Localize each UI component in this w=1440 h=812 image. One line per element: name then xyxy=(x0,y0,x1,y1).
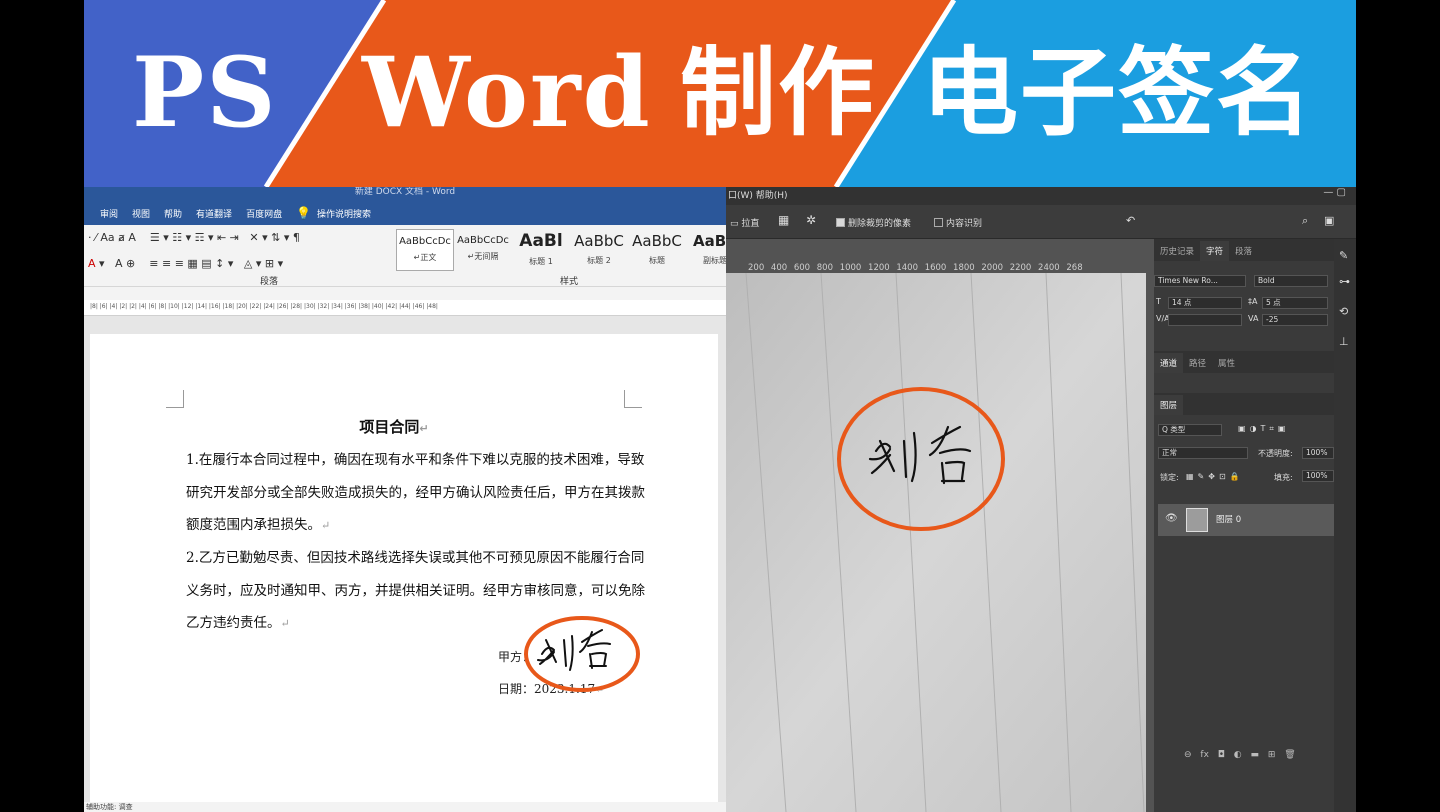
banner-make: 制作 xyxy=(680,37,876,149)
ribbon: · ⁄ Aa ⱥ A ☰ ▾ ☷ ▾ ☶ ▾ ⇤ ⇥ ✕ ▾ ⇅ ▾ ¶ A ▾… xyxy=(84,225,726,287)
tab-character[interactable]: 字符 xyxy=(1200,241,1230,261)
history-icon[interactable]: ⟲ xyxy=(1339,305,1348,318)
layer-bottom-icons[interactable]: ⊖ fx ◘ ◐ ▬ ⊞ 🗑 xyxy=(1184,750,1296,760)
font-style-select[interactable]: Bold xyxy=(1254,275,1328,287)
content-aware-checkbox[interactable]: 内容识别 xyxy=(934,216,982,229)
straighten-button[interactable]: ▭ 拉直 xyxy=(730,216,759,229)
adjust-icon[interactable]: ⊶ xyxy=(1339,275,1350,288)
ps-canvas[interactable] xyxy=(726,273,1146,812)
panel-gap xyxy=(1146,273,1154,812)
status-bar: 辅助功能: 调查 xyxy=(84,802,726,812)
letterbox-right xyxy=(1356,0,1440,812)
banner-word: Word xyxy=(362,36,652,149)
document-page[interactable]: 项目合同↵ 1.在履行本合同过程中，确因在现有水平和条件下难以克服的技术困难，导… xyxy=(90,334,718,810)
word-window: 新建 DOCX 文档 - Word 审阅 视图 帮助 有道翻译 百度网盘 💡 操… xyxy=(84,187,726,812)
format-tools-row[interactable]: A ▾ A ⊕ ≡ ≡ ≡ ▦ ▤ ↕ ▾ ◬ ▾ ⊞ ▾ xyxy=(88,257,283,270)
fill-field[interactable]: 100% xyxy=(1302,470,1334,482)
leading-icon: ‡A xyxy=(1248,297,1258,306)
channel-panel-tabs: 通道 路径 属性 xyxy=(1154,351,1334,373)
tab-properties[interactable]: 属性 xyxy=(1212,353,1241,373)
filter-icons[interactable]: ▣◑T⌗▣ xyxy=(1238,424,1290,434)
fill-label: 填充: xyxy=(1274,473,1293,482)
style-subtitle[interactable]: AaBb 副标题 xyxy=(686,229,726,271)
brush-icon[interactable]: ✎ xyxy=(1339,249,1348,262)
layer-thumbnail xyxy=(1186,508,1208,532)
ps-menu-bar[interactable]: 口(W) 帮助(H) xyxy=(726,187,1356,205)
search-icon[interactable]: ⌕ xyxy=(1302,214,1308,228)
opacity-field[interactable]: 100% xyxy=(1302,447,1334,459)
word-menu-bar: 审阅 视图 帮助 有道翻译 百度网盘 💡 操作说明搜索 xyxy=(84,201,726,225)
blend-mode-select[interactable]: 正常 xyxy=(1158,447,1248,459)
character-panel-tabs: 历史记录 字符 段落 xyxy=(1154,239,1356,261)
lock-icons[interactable]: ▦✎✥⊡🔒 xyxy=(1186,472,1244,481)
style-heading2[interactable]: AaBbC 标题 2 xyxy=(570,229,628,271)
window-controls[interactable]: — ▢ xyxy=(1323,187,1346,198)
reset-icon[interactable]: ↶ xyxy=(1126,214,1135,227)
lightbulb-icon: 💡 xyxy=(296,206,312,220)
font-size-field[interactable]: 14 点 xyxy=(1168,297,1242,309)
tab-history[interactable]: 历史记录 xyxy=(1154,241,1200,261)
banner-ps: PS xyxy=(132,36,278,149)
layer-filter[interactable]: Q 类型 xyxy=(1158,424,1222,436)
delete-cropped-checkbox[interactable]: 删除裁剪的像素 xyxy=(836,216,911,229)
tab-paths[interactable]: 路径 xyxy=(1183,353,1212,373)
style-heading1[interactable]: AaBl 标题 1 xyxy=(512,229,570,271)
layer-row[interactable]: 👁 图层 0 xyxy=(1158,504,1338,536)
font-family-select[interactable]: Times New Ro... xyxy=(1154,275,1246,287)
opacity-label: 不透明度: xyxy=(1258,449,1293,458)
video-frame: PS Word 制作 电子签名 新建 DOCX 文档 - Word 审阅 视图 … xyxy=(84,0,1356,812)
title-banner: PS Word 制作 电子签名 xyxy=(84,0,1356,187)
lock-label: 锁定: xyxy=(1160,473,1179,482)
signature-image[interactable] xyxy=(520,602,640,692)
word-title-bar: 新建 DOCX 文档 - Word xyxy=(84,187,726,201)
photo-background xyxy=(726,273,1146,812)
paragraph-1: 1.在履行本合同过程中，确因在现有水平和条件下难以克服的技术困难，导致研究开发部… xyxy=(186,452,645,533)
stamp-icon[interactable]: ⊥ xyxy=(1339,335,1349,348)
font-tools-row[interactable]: · ⁄ Aa ⱥ A ☰ ▾ ☷ ▾ ☶ ▾ ⇤ ⇥ ✕ ▾ ⇅ ▾ ¶ xyxy=(88,231,300,244)
tab-paragraph[interactable]: 段落 xyxy=(1229,241,1258,261)
group-paragraph: 段落 xyxy=(260,277,279,287)
ruler-numbers: 200 400 600 800 1000 1200 1400 1600 1800… xyxy=(748,263,1083,273)
ps-options-bar: ▭ 拉直 ▦ ✲ 删除裁剪的像素 内容识别 ↶ ⌕ ▣ xyxy=(726,205,1356,239)
ps-tool-strip: ✎ ⊶ ⟲ ⊥ xyxy=(1334,239,1356,812)
tell-me-search[interactable]: 操作说明搜索 xyxy=(317,207,371,220)
menu-review[interactable]: 审阅 xyxy=(100,207,118,220)
banner-sign: 电子签名 xyxy=(922,37,1314,149)
gear-icon[interactable]: ✲ xyxy=(806,213,816,227)
crop-mark-left xyxy=(166,390,184,408)
tab-channels[interactable]: 通道 xyxy=(1154,353,1184,373)
photoshop-window: 口(W) 帮助(H) — ▢ ▭ 拉直 ▦ ✲ 删除裁剪的像素 内容识别 ↶ ⌕… xyxy=(726,187,1356,812)
ps-panels: 历史记录 字符 段落 Times New Ro... Bold T 14 点 ‡… xyxy=(1154,239,1356,812)
workspace-icon[interactable]: ▣ xyxy=(1324,214,1334,227)
menu-help[interactable]: 帮助 xyxy=(164,207,182,220)
leading-field[interactable]: 5 点 xyxy=(1262,297,1328,309)
tracking-icon: VA xyxy=(1248,314,1259,323)
menu-view[interactable]: 视图 xyxy=(132,207,150,220)
ps-ruler: 200 400 600 800 1000 1200 1400 1600 1800… xyxy=(726,239,1141,273)
style-gallery: AaBbCcDc ↵正文 AaBbCcDc ↵无间隔 AaBl 标题 1 AaB… xyxy=(396,229,726,271)
font-size-icon: T xyxy=(1156,297,1161,306)
style-title[interactable]: AaBbC 标题 xyxy=(628,229,686,271)
style-no-spacing[interactable]: AaBbCcDc ↵无间隔 xyxy=(454,229,512,271)
document-area: 项目合同↵ 1.在履行本合同过程中，确因在现有水平和条件下难以克服的技术困难，导… xyxy=(84,316,726,810)
crop-mark-right xyxy=(624,390,642,408)
style-normal[interactable]: AaBbCcDc ↵正文 xyxy=(396,229,454,271)
menu-baidu[interactable]: 百度网盘 xyxy=(246,207,282,220)
grid-overlay-icon[interactable]: ▦ xyxy=(778,213,789,227)
tracking-field[interactable]: -25 xyxy=(1262,314,1328,326)
kerning-field[interactable] xyxy=(1168,314,1242,326)
document-title: 项目合同↵ xyxy=(359,418,429,436)
layers-panel-tabs: 图层 xyxy=(1154,393,1334,415)
tab-layers[interactable]: 图层 xyxy=(1154,395,1184,415)
eye-icon[interactable]: 👁 xyxy=(1165,513,1178,524)
group-styles: 样式 xyxy=(560,277,579,287)
layer-name: 图层 0 xyxy=(1216,515,1242,525)
horizontal-ruler[interactable]: |8| |6| |4| |2| |2| |4| |6| |8| |10| |12… xyxy=(84,300,726,316)
menu-youdao[interactable]: 有道翻译 xyxy=(196,207,232,220)
